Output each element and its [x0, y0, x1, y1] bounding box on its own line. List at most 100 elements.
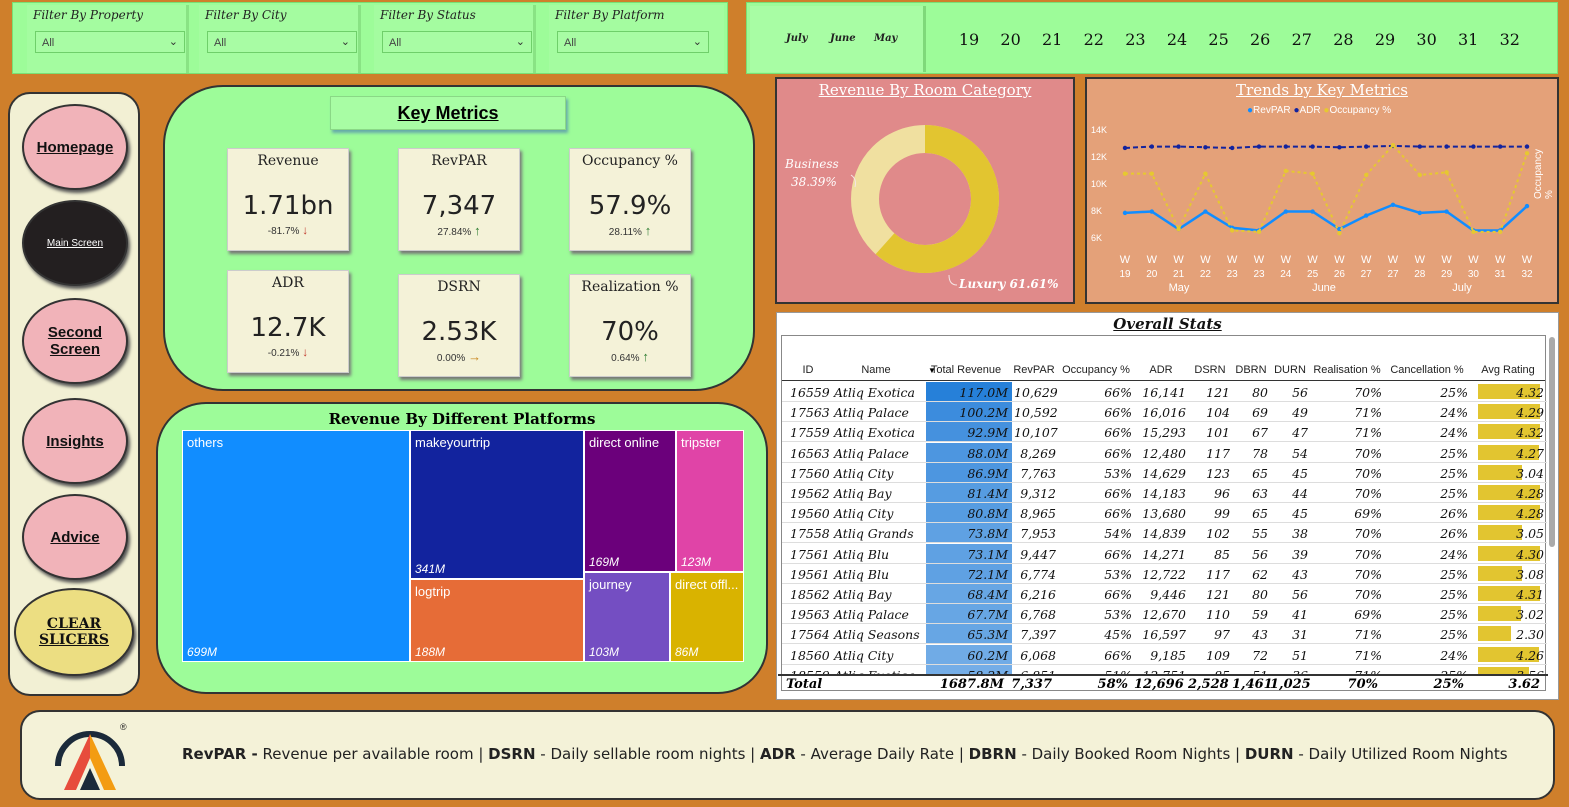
data-point[interactable]: [1417, 172, 1422, 178]
data-point[interactable]: [1498, 144, 1503, 149]
treemap-tile-tripster[interactable]: tripster 123M: [676, 430, 744, 572]
week-30[interactable]: 30: [1407, 30, 1447, 49]
week-23[interactable]: 23: [1115, 30, 1155, 49]
week-32[interactable]: 32: [1490, 30, 1530, 49]
data-point[interactable]: [1310, 144, 1315, 149]
table-row[interactable]: 18562 Atliq Bay 68.4M 6,216 66% 9,446 121 80 56 7…: [782, 584, 1547, 604]
treemap-tile-makeyourtrip[interactable]: makeyourtrip 341M: [410, 430, 584, 579]
table-row[interactable]: 19560 Atliq City 80.8M 8,965 66% 13,680 99 65 45…: [782, 503, 1547, 524]
data-point[interactable]: [1444, 144, 1449, 149]
table-row[interactable]: 18559Atliq Exotica58.2M6,85151%12,751855…: [782, 664, 1547, 674]
series-line-adr[interactable]: [1124, 144, 1527, 149]
data-point[interactable]: [1498, 229, 1503, 235]
data-point[interactable]: [1524, 151, 1530, 156]
column-header[interactable]: Cancellation %: [1384, 364, 1470, 376]
column-header[interactable]: DSRN: [1188, 364, 1232, 376]
data-point[interactable]: [1364, 172, 1369, 178]
data-point[interactable]: [1176, 226, 1181, 232]
column-header[interactable]: DBRN: [1232, 364, 1270, 376]
sort-desc-icon[interactable]: ▼: [928, 366, 936, 375]
data-point[interactable]: [1524, 203, 1530, 209]
week-28[interactable]: 28: [1323, 30, 1363, 49]
table-row[interactable]: 17564 Atliq Seasons 65.3M 7,397 45% 16,597 97 4…: [782, 624, 1547, 645]
table-scrollbar[interactable]: [1549, 337, 1555, 547]
insights-button[interactable]: Insights: [22, 398, 128, 484]
data-point[interactable]: [1149, 171, 1154, 176]
week-31[interactable]: 31: [1448, 30, 1488, 49]
data-point[interactable]: [1283, 209, 1288, 214]
week-22[interactable]: 22: [1074, 30, 1114, 49]
table-row[interactable]: 19561 Atliq Blu 72.1M 6,774 53% 12,722 117 62 43…: [782, 563, 1547, 584]
data-point[interactable]: [1337, 145, 1342, 150]
data-point[interactable]: [1417, 210, 1422, 216]
homepage-button[interactable]: Homepage: [22, 104, 128, 190]
data-point[interactable]: [1256, 144, 1262, 149]
filter-city-select[interactable]: All ⌄: [207, 31, 357, 53]
table-row[interactable]: 17558 Atliq Grands 73.8M 7,953 54% 14,839 102 5…: [782, 523, 1547, 544]
data-point[interactable]: [1203, 209, 1208, 214]
week-29[interactable]: 29: [1365, 30, 1405, 49]
table-row[interactable]: 18560 Atliq City 60.2M 6,068 66% 9,185 109 72 51…: [782, 644, 1547, 665]
week-25[interactable]: 25: [1199, 30, 1239, 49]
data-point[interactable]: [1444, 209, 1449, 214]
filter-platform-select[interactable]: All ⌄: [557, 31, 709, 53]
data-point[interactable]: [1310, 209, 1315, 214]
data-point[interactable]: [1337, 230, 1342, 236]
second-screen-button[interactable]: Second Screen: [22, 298, 128, 384]
data-point[interactable]: [1283, 168, 1288, 174]
week-20[interactable]: 20: [991, 30, 1031, 49]
data-point[interactable]: [1471, 229, 1476, 235]
treemap-tile-direct-offl[interactable]: direct offl... 86M: [670, 572, 744, 662]
column-header[interactable]: ADR: [1134, 364, 1188, 376]
filter-city[interactable]: Filter By City All ⌄: [199, 5, 361, 73]
table-row[interactable]: 16563 Atliq Palace 88.0M 8,269 66% 12,480 117 7…: [782, 442, 1547, 463]
column-header[interactable]: ID: [786, 364, 830, 376]
main-screen-button[interactable]: Main Screen: [22, 200, 128, 286]
filter-property[interactable]: Filter By Property All ⌄: [27, 5, 189, 73]
data-point[interactable]: [1390, 143, 1396, 148]
filter-platform[interactable]: Filter By Platform All ⌄: [549, 5, 724, 73]
week-19[interactable]: 19: [949, 30, 989, 49]
column-header[interactable]: RevPAR: [1010, 364, 1058, 376]
table-row[interactable]: 17560 Atliq City 86.9M 7,763 53% 14,629 123 65 4…: [782, 462, 1547, 483]
treemap-tile-others[interactable]: others 699M: [182, 430, 410, 662]
week-27[interactable]: 27: [1282, 30, 1322, 49]
treemap-tile-journey[interactable]: journey 103M: [584, 572, 670, 662]
data-point[interactable]: [1364, 144, 1369, 149]
data-point[interactable]: [1524, 144, 1530, 149]
filter-status-select[interactable]: All ⌄: [382, 31, 532, 53]
advice-button[interactable]: Advice: [22, 494, 128, 580]
month-june[interactable]: June: [830, 33, 856, 44]
data-point[interactable]: [1122, 171, 1128, 176]
data-point[interactable]: [1203, 145, 1208, 150]
data-point[interactable]: [1176, 144, 1181, 149]
table-row[interactable]: 17559 Atliq Exotica 92.9M 10,107 66% 15,293 10…: [782, 422, 1547, 443]
column-header[interactable]: Name: [830, 364, 922, 376]
week-24[interactable]: 24: [1157, 30, 1197, 49]
table-row[interactable]: 17563 Atliq Palace 100.2M 10,592 66% 16,016 10…: [782, 402, 1547, 423]
table-row[interactable]: 19562 Atliq Bay 81.4M 9,312 66% 14,183 96 63 44 7…: [782, 483, 1547, 503]
week-21[interactable]: 21: [1032, 30, 1072, 49]
data-point[interactable]: [1390, 202, 1396, 207]
data-point[interactable]: [1310, 171, 1315, 176]
data-point[interactable]: [1122, 145, 1128, 151]
column-header[interactable]: Occupancy %: [1058, 364, 1134, 376]
data-point[interactable]: [1364, 213, 1369, 218]
column-header[interactable]: DURN: [1270, 364, 1310, 376]
data-point[interactable]: [1471, 144, 1476, 149]
data-point[interactable]: [1230, 228, 1235, 233]
column-header[interactable]: Avg Rating: [1470, 364, 1546, 376]
filter-property-select[interactable]: All ⌄: [35, 31, 185, 53]
clear-slicers-button[interactable]: CLEAR SLICERS: [14, 588, 134, 676]
treemap-tile-logtrip[interactable]: logtrip 188M: [410, 579, 584, 662]
data-point[interactable]: [1283, 144, 1288, 149]
data-point[interactable]: [1122, 210, 1128, 216]
week-26[interactable]: 26: [1240, 30, 1280, 49]
month-may[interactable]: May: [874, 33, 897, 44]
table-row[interactable]: 17561 Atliq Blu 73.1M 9,447 66% 14,271 85 56 39 7…: [782, 543, 1547, 564]
treemap-tile-direct-online[interactable]: direct online 169M: [584, 430, 676, 572]
data-point[interactable]: [1256, 229, 1262, 235]
data-point[interactable]: [1417, 144, 1422, 149]
data-point[interactable]: [1444, 170, 1449, 175]
filter-status[interactable]: Filter By Status All ⌄: [374, 5, 536, 73]
